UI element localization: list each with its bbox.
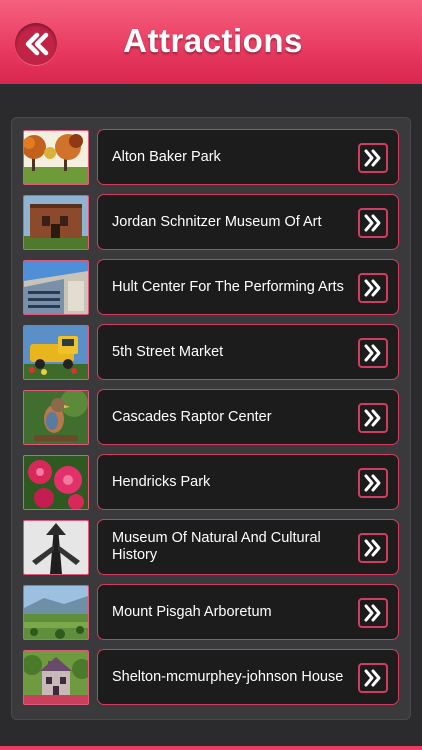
open-button[interactable] (358, 208, 388, 238)
list-item-label: Cascades Raptor Center (112, 408, 272, 425)
double-chevron-right-icon (364, 409, 381, 427)
open-button[interactable] (358, 403, 388, 433)
list-item[interactable]: Shelton-mcmurphey-johnson House (11, 649, 411, 705)
list-item-box[interactable]: Alton Baker Park (97, 129, 399, 185)
thumbnail-image (23, 195, 89, 250)
thumbnail-image (23, 260, 89, 315)
list-item[interactable]: Museum Of Natural And Cultural History (11, 519, 411, 575)
list-item-box[interactable]: Mount Pisgah Arboretum (97, 584, 399, 640)
list-item[interactable]: 5th Street Market (11, 324, 411, 380)
thumbnail-image (23, 455, 89, 510)
list-item-box[interactable]: Shelton-mcmurphey-johnson House (97, 649, 399, 705)
list-item-box[interactable]: Cascades Raptor Center (97, 389, 399, 445)
double-chevron-right-icon (364, 604, 381, 622)
list-item[interactable]: Hendricks Park (11, 454, 411, 510)
open-button[interactable] (358, 273, 388, 303)
list-item-box[interactable]: Hendricks Park (97, 454, 399, 510)
thumbnail-image (23, 325, 89, 380)
double-chevron-right-icon (364, 669, 381, 687)
thumbnail-image (23, 585, 89, 640)
double-chevron-right-icon (364, 214, 381, 232)
list-item-label: Shelton-mcmurphey-johnson House (112, 668, 344, 685)
list-item-label: Jordan Schnitzer Museum Of Art (112, 213, 322, 230)
open-button[interactable] (358, 468, 388, 498)
open-button[interactable] (358, 533, 388, 563)
thumbnail-image (23, 390, 89, 445)
thumbnail-image (23, 520, 89, 575)
list-item-label: Alton Baker Park (112, 148, 221, 165)
list-item-box[interactable]: Jordan Schnitzer Museum Of Art (97, 194, 399, 250)
double-chevron-right-icon (364, 279, 381, 297)
open-button[interactable] (358, 143, 388, 173)
list-item-label: Mount Pisgah Arboretum (112, 603, 272, 620)
list-item-box[interactable]: Hult Center For The Performing Arts (97, 259, 399, 315)
double-chevron-right-icon (364, 344, 381, 362)
double-chevron-right-icon (364, 149, 381, 167)
list-item[interactable]: Cascades Raptor Center (11, 389, 411, 445)
open-button[interactable] (358, 663, 388, 693)
thumbnail-image (23, 650, 89, 705)
thumbnail-image (23, 130, 89, 185)
list-item-label: Museum Of Natural And Cultural History (112, 530, 321, 563)
open-button[interactable] (358, 598, 388, 628)
attractions-list: Alton Baker Park Jordan Schnitzer Museum… (11, 117, 411, 720)
open-button[interactable] (358, 338, 388, 368)
list-item-label: Hendricks Park (112, 473, 211, 490)
list-item-box[interactable]: 5th Street Market (97, 324, 399, 380)
double-chevron-right-icon (364, 474, 381, 492)
list-item[interactable]: Hult Center For The Performing Arts (11, 259, 411, 315)
list-item-label: Hult Center For The Performing Arts (112, 278, 344, 295)
page-title: Attractions (123, 22, 303, 59)
list-item[interactable]: Alton Baker Park (11, 129, 411, 185)
bottom-accent-bar (0, 746, 422, 750)
list-item[interactable]: Mount Pisgah Arboretum (11, 584, 411, 640)
header-bar: Attractions (0, 0, 422, 84)
list-item[interactable]: Jordan Schnitzer Museum Of Art (11, 194, 411, 250)
list-item-box[interactable]: Museum Of Natural And Cultural History (97, 519, 399, 575)
list-item-label: 5th Street Market (112, 343, 224, 360)
double-chevron-right-icon (364, 539, 381, 557)
